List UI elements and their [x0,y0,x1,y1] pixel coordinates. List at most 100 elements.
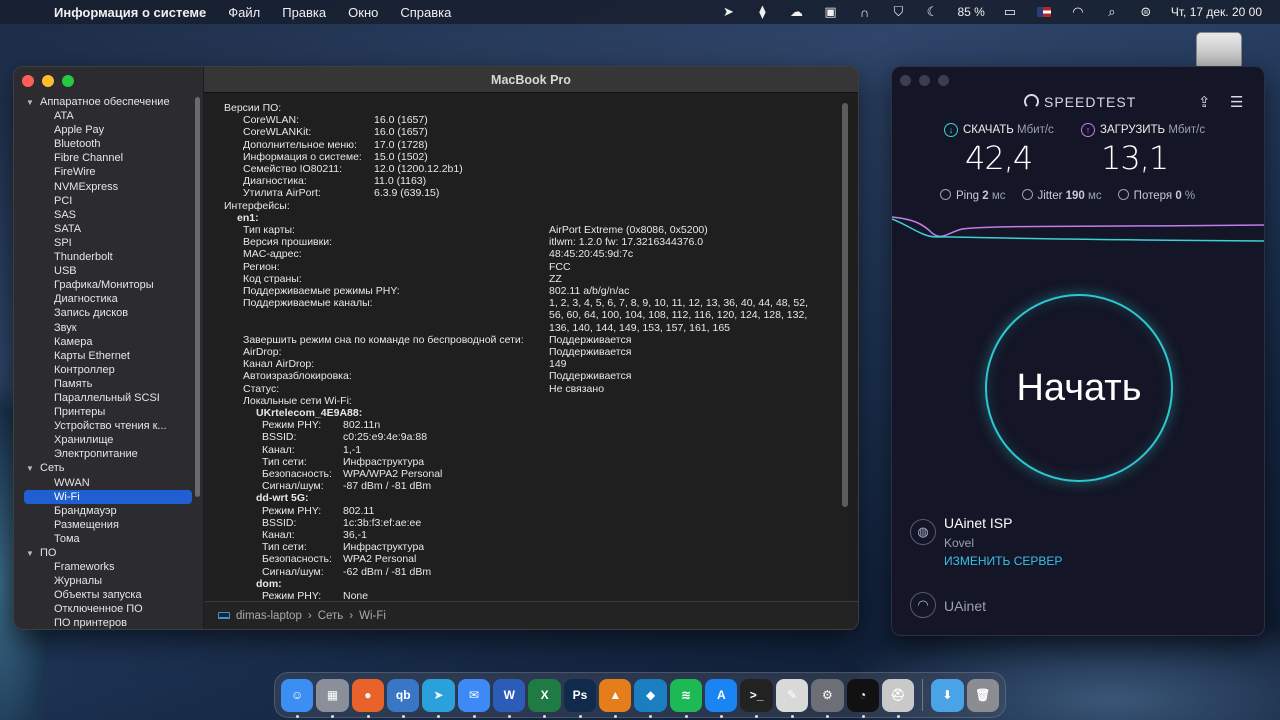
zoom-button[interactable] [938,75,949,86]
disk-utility-icon[interactable]: ⛑ [881,678,915,718]
input-source-flag-icon[interactable] [1036,7,1051,17]
sidebar-item[interactable]: Хранилище [14,433,194,447]
path-wifi[interactable]: Wi-Fi [359,610,386,622]
path-computer[interactable]: dimas-laptop [236,610,302,622]
sidebar-item[interactable]: PCI [14,194,194,208]
spotify-icon[interactable]: ≋ [669,678,703,718]
app-store-icon[interactable]: A [705,678,738,718]
battery-percent[interactable]: 85 % [950,5,993,19]
start-button[interactable]: Начать [985,294,1173,482]
menu-help[interactable]: Справка [389,5,462,20]
sidebar-item[interactable]: Размещения [14,518,194,532]
battery-icon[interactable]: ▭ [993,4,1027,20]
disclosure-chevron-icon[interactable]: ▼ [26,96,40,110]
close-button[interactable] [900,75,911,86]
share-icon[interactable]: ⇪ [1198,93,1211,111]
sidebar-item[interactable]: FireWire [14,165,194,179]
sidebar-item[interactable]: Графика/Мониторы [14,278,194,292]
desktop-disk-icon[interactable] [1196,32,1242,70]
sidebar-section-software[interactable]: ▼ ПО [14,546,204,560]
sidebar-item[interactable]: Журналы [14,574,194,588]
sidebar-item[interactable]: Брандмауэр [14,504,194,518]
sidebar-item[interactable]: Звук [14,321,194,335]
shield-icon[interactable]: ⛉ [882,4,916,20]
sidebar-item[interactable]: Fibre Channel [14,151,194,165]
sidebar-item[interactable]: Электропитание [14,447,194,461]
close-button[interactable] [22,75,34,87]
sidebar-item[interactable]: USB [14,264,194,278]
sidebar-item[interactable]: Отключенное ПО [14,602,194,616]
sidebar-item[interactable]: NVMExpress [14,180,194,194]
sidebar-item[interactable]: Bluetooth [14,137,194,151]
speedtest-icon[interactable]: ◔ [846,678,879,718]
sidebar-scrollbar[interactable] [195,97,200,497]
firefox-icon[interactable]: ● [351,678,385,718]
preview-icon[interactable]: ✎ [775,678,809,718]
menu-window[interactable]: Окно [337,5,389,20]
system-preferences-icon[interactable]: ⚙ [811,678,844,718]
zoom-button[interactable] [62,75,74,87]
path-network[interactable]: Сеть [318,610,344,622]
change-server-link[interactable]: ИЗМЕНИТЬ СЕРВЕР [944,554,1062,568]
details-scrollbar[interactable] [842,103,848,507]
sidebar-item[interactable]: Устройство чтения к... [14,419,194,433]
settings-icon[interactable]: ☰ [1230,93,1243,111]
minimize-button[interactable] [919,75,930,86]
menu-edit[interactable]: Правка [271,5,337,20]
sidebar-item[interactable]: Frameworks [14,560,194,574]
sidebar-item[interactable]: Диагностика [14,292,194,306]
sidebar-item[interactable]: SAS [14,208,194,222]
sidebar-section-network[interactable]: ▼ Сеть [14,461,204,475]
interface-prop-key: Код страны: [243,272,302,285]
wifi-icon[interactable]: ◠ [1061,4,1095,20]
sidebar-item[interactable]: Карты Ethernet [14,349,194,363]
sidebar-item[interactable]: Apple Pay [14,123,194,137]
sidebar-item[interactable]: Объекты запуска [14,588,194,602]
horseshoe-icon[interactable]: ∩ [848,5,882,20]
trash-icon[interactable]: 🗑 [966,678,999,712]
menu-app-name[interactable]: Информация о системе [40,5,217,20]
sidebar-section-hardware[interactable]: ▼ Аппаратное обеспечение [14,95,204,109]
clock[interactable]: Чт, 17 дек. 20 00 [1163,5,1270,19]
qbittorrent-icon[interactable]: qb [387,678,420,718]
location-icon[interactable]: ➤ [712,4,746,20]
wifi-network-prop-key: Режим PHY: [262,504,322,517]
network-share-icon[interactable]: ⧫ [746,4,780,20]
downloads-folder-icon[interactable]: ⬇ [931,678,964,712]
sidebar-item[interactable]: Thunderbolt [14,250,194,264]
terminal-icon[interactable]: >_ [740,678,773,718]
sidebar-item[interactable]: SPI [14,236,194,250]
menu-file[interactable]: Файл [217,5,271,20]
kodi-icon[interactable]: ◆ [634,678,667,718]
mail-icon[interactable]: ✉ [457,678,491,718]
search-icon[interactable]: ⌕ [1095,4,1129,20]
excel-icon[interactable]: X [528,678,561,718]
finder-icon[interactable]: ☺ [281,678,314,718]
control-center-icon[interactable]: ⊜ [1129,4,1163,20]
sidebar-item[interactable]: ПО принтеров [14,616,194,629]
sidebar-item[interactable]: Память [14,377,194,391]
disclosure-chevron-icon[interactable]: ▼ [26,462,40,476]
sidebar-item[interactable]: Запись дисков [14,306,194,320]
disclosure-chevron-icon[interactable]: ▼ [26,547,40,561]
sidebar-item[interactable]: Контроллер [14,363,194,377]
moon-icon[interactable]: ☾ [916,4,950,20]
sidebar-item[interactable]: ATA [14,109,194,123]
vlc-icon[interactable]: ▲ [599,678,632,718]
sidebar-item[interactable]: Принтеры [14,405,194,419]
word-icon[interactable]: W [493,678,526,718]
sidebar-item[interactable]: Тома [14,532,194,546]
launchpad-icon[interactable]: ▦ [316,678,349,718]
cloud-icon[interactable]: ☁ [780,4,814,20]
sidebar-item[interactable]: Wi-Fi [24,489,192,504]
telegram-icon[interactable]: ➤ [422,678,455,718]
details-pane: Версии ПО: CoreWLAN: 16.0 (1657) CoreWLANKi… [204,94,844,601]
typeeto-icon[interactable]: ▣ [814,4,848,20]
sidebar-item[interactable]: SATA [14,222,194,236]
loss-unit: % [1184,190,1196,202]
photoshop-icon[interactable]: Ps [563,678,597,718]
sidebar-item[interactable]: Параллельный SCSI [14,391,194,405]
sidebar-item[interactable]: Камера [14,335,194,349]
sidebar-item[interactable]: WWAN [14,476,194,490]
minimize-button[interactable] [42,75,54,87]
